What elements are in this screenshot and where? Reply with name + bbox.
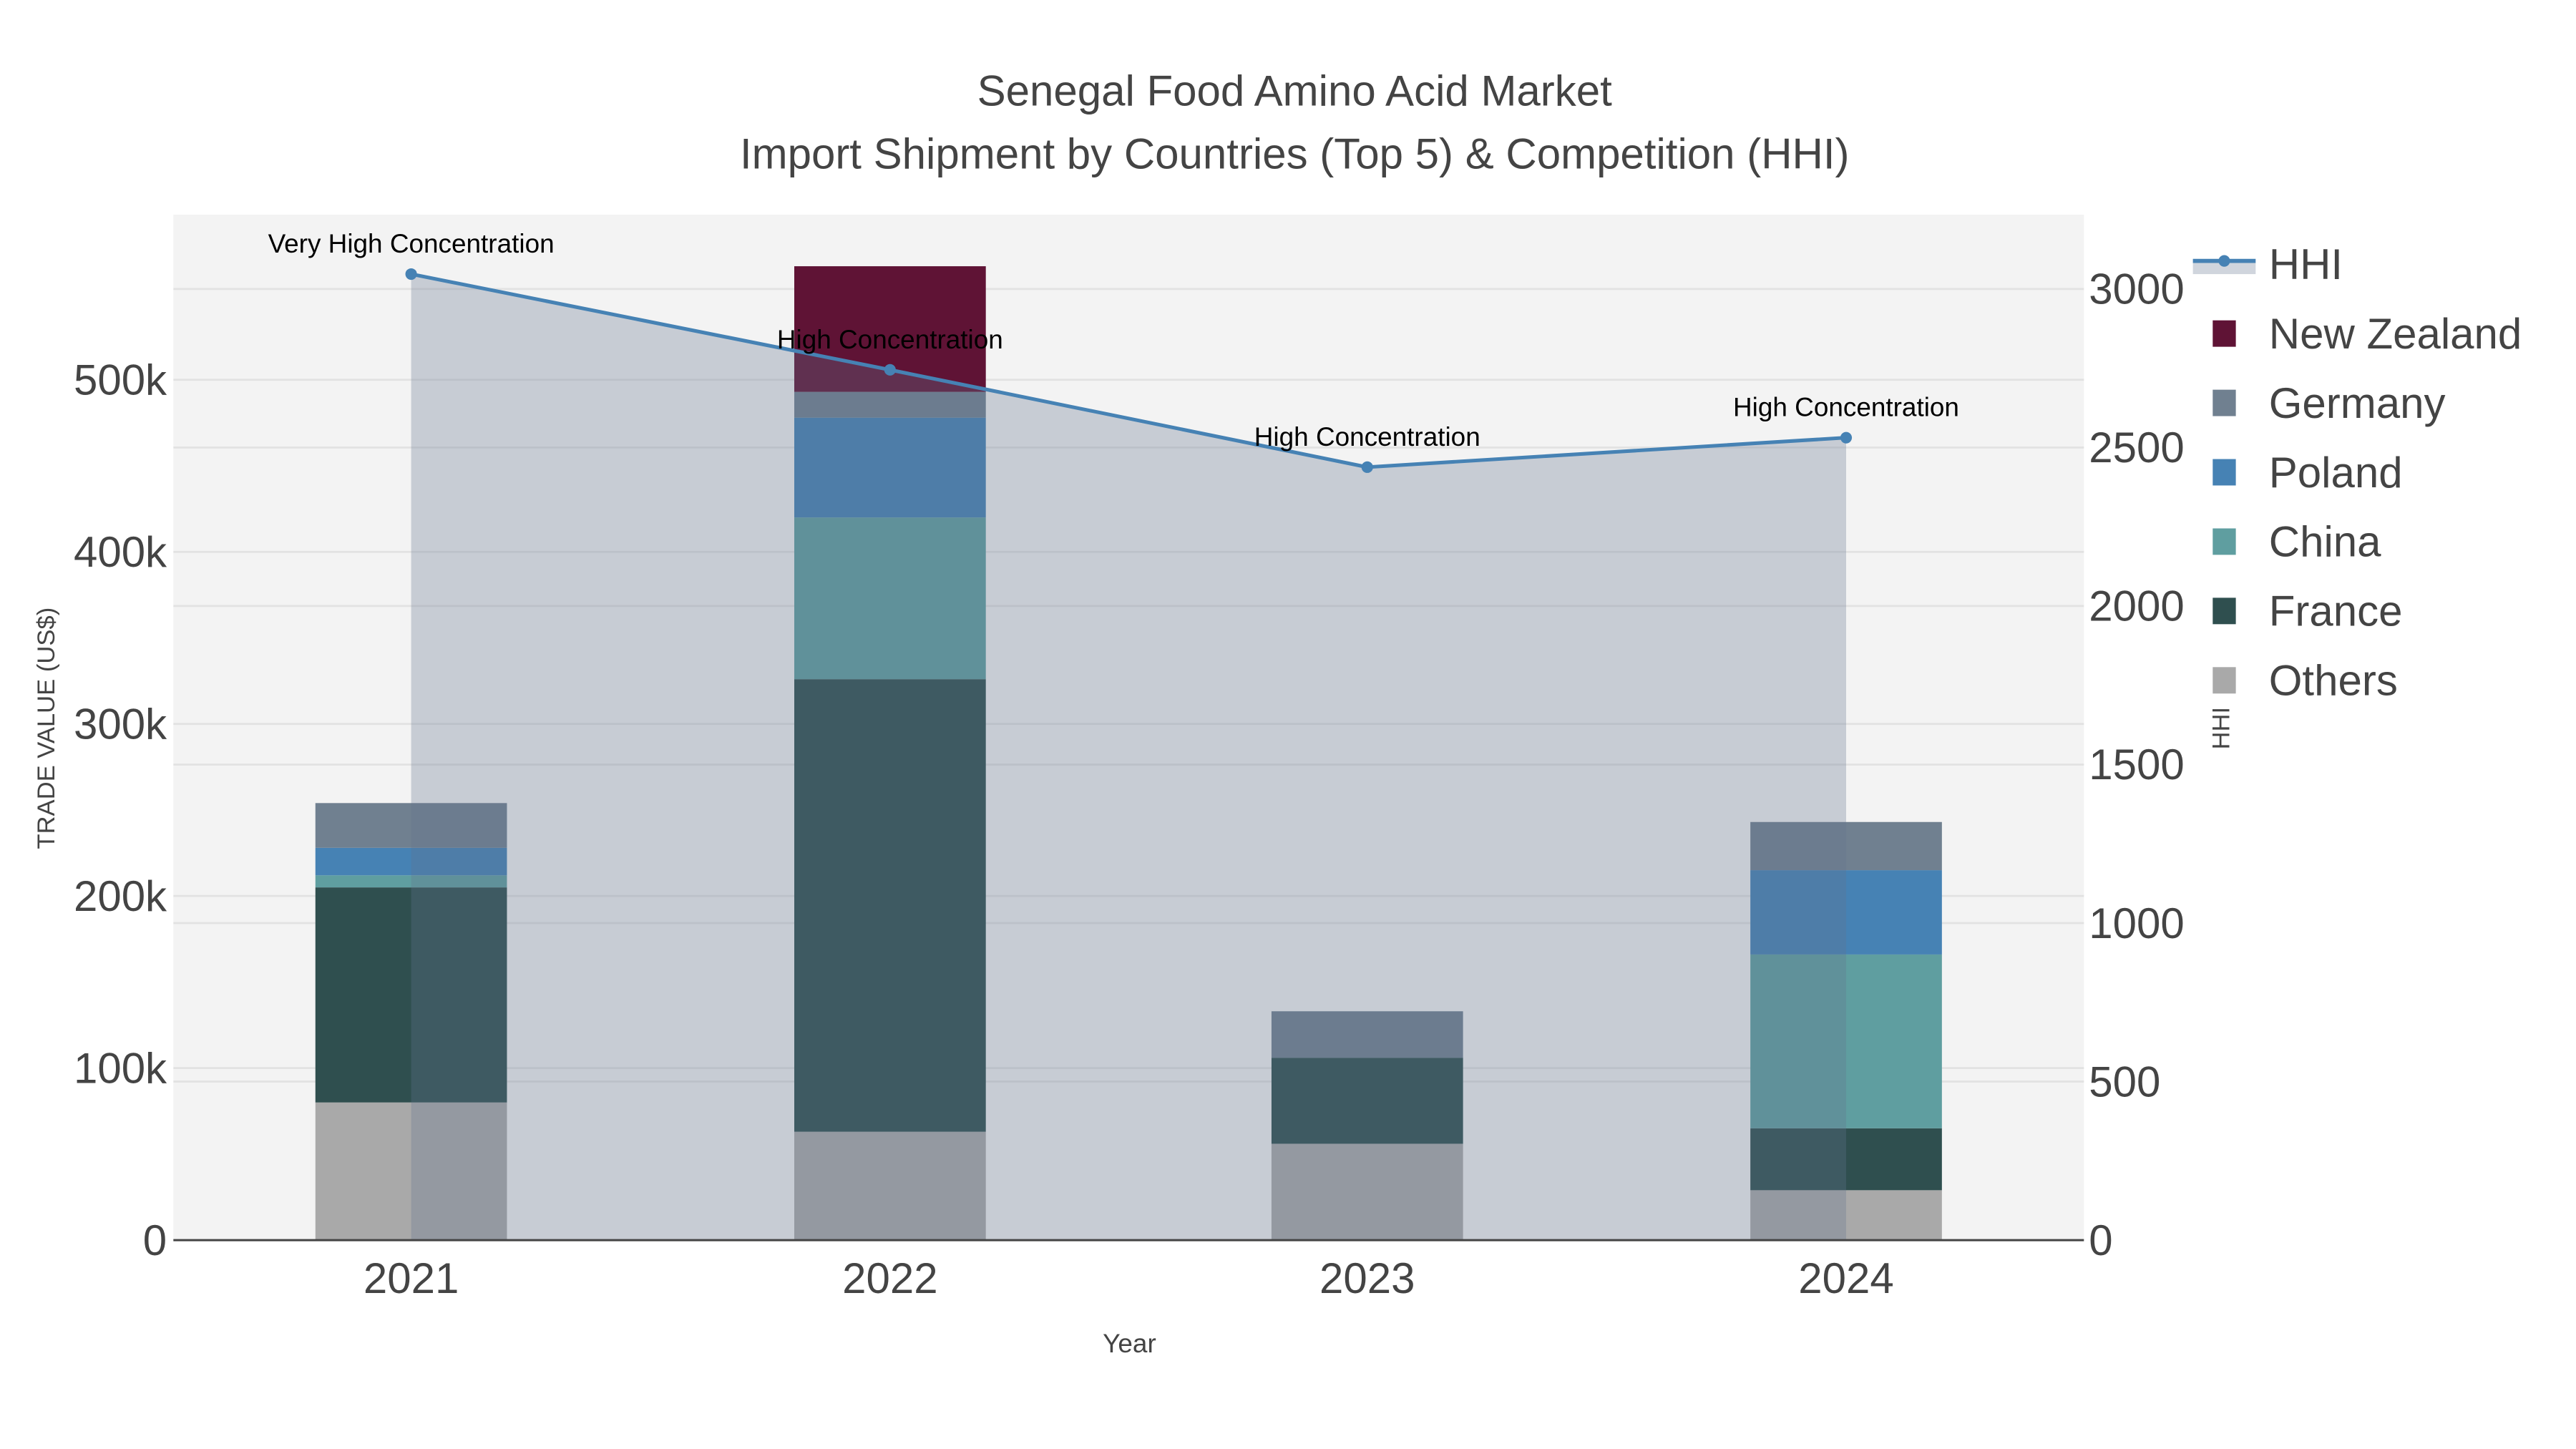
y2-tick-label: 2000 (2089, 582, 2184, 630)
hhi-point-2024 (1840, 431, 1853, 444)
chart-subtitle: Import Shipment by Countries (Top 5) & C… (740, 130, 1850, 177)
y-tick-label: 200k (74, 872, 167, 920)
legend-swatch-others (2212, 667, 2236, 694)
hhi-annotation: High Concentration (1254, 422, 1480, 452)
y2-axis-title: HHI (2207, 707, 2235, 750)
legend-hhi-marker-icon (2218, 255, 2230, 267)
legend-label: France (2269, 587, 2403, 635)
legend-label: New Zealand (2269, 310, 2522, 358)
legend-label: HHI (2269, 240, 2343, 288)
legend-swatch-poland (2212, 459, 2236, 486)
y-tick-label: 100k (74, 1044, 167, 1092)
y-tick-label: 500k (74, 356, 167, 404)
hhi-point-2023 (1361, 461, 1373, 473)
legend-swatch-new-zealand (2212, 320, 2236, 347)
x-tick-label: 2024 (1798, 1254, 1893, 1302)
y-tick-label: 0 (143, 1216, 167, 1264)
y2-tick-label: 1500 (2089, 741, 2184, 789)
hhi-annotation: Very High Concentration (268, 229, 555, 258)
y-tick-label: 400k (74, 528, 167, 576)
legend-label: China (2269, 518, 2381, 566)
legend-label: Poland (2269, 449, 2403, 497)
legend-swatch-china (2212, 528, 2236, 555)
x-tick-label: 2023 (1319, 1254, 1415, 1302)
legend-label: Germany (2269, 379, 2446, 427)
y2-tick-label: 3000 (2089, 265, 2184, 313)
hhi-annotation: High Concentration (777, 325, 1003, 354)
y2-tick-label: 500 (2089, 1058, 2160, 1106)
y2-tick-label: 0 (2089, 1216, 2112, 1264)
y-tick-label: 300k (74, 700, 167, 748)
legend-swatch-germany (2212, 389, 2236, 416)
y-axis-title: TRADE VALUE (US$) (33, 608, 60, 849)
legend: HHI New Zealand Germany Poland China France Ot… (2192, 240, 2522, 705)
x-tick-label: 2022 (842, 1254, 937, 1302)
x-tick-label: 2021 (364, 1254, 459, 1302)
hhi-point-2022 (884, 364, 896, 376)
hhi-point-2021 (405, 268, 417, 280)
hhi-annotation: High Concentration (1733, 393, 1959, 422)
chart-title: Senegal Food Amino Acid Market (977, 67, 1612, 115)
legend-label: Others (2269, 657, 2398, 705)
x-axis-title: Year (1103, 1329, 1156, 1358)
y2-tick-label: 1000 (2089, 899, 2184, 947)
legend-swatch-france (2212, 597, 2236, 625)
chart: Very High Concentration High Concentratio… (33, 67, 2522, 1358)
y2-tick-label: 2500 (2089, 424, 2184, 472)
